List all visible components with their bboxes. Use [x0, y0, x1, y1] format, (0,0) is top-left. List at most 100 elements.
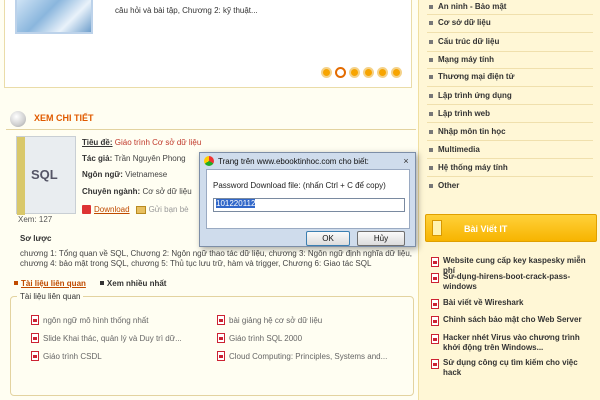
password-value: 101220112	[216, 199, 256, 208]
category-label: Nhập môn tin học	[438, 127, 506, 136]
book-language-row: Ngôn ngữ: Vietnamese	[82, 170, 167, 179]
book-title-value: Giáo trình Cơ sở dữ liệu	[114, 138, 202, 147]
download-label: Download	[94, 205, 130, 214]
pdf-icon	[31, 333, 39, 343]
slider-dot-5[interactable]	[377, 67, 388, 78]
cancel-button[interactable]: Hủy	[357, 231, 405, 246]
category-link[interactable]: Nhập môn tin học	[429, 127, 506, 136]
category-link[interactable]: Mạng máy tính	[429, 55, 494, 64]
pin-icon	[432, 220, 442, 236]
bullet-icon	[429, 74, 433, 79]
category-link[interactable]: An ninh - Bảo mật	[429, 2, 506, 11]
tab-related-label: Tài liệu liên quan	[21, 278, 86, 288]
pdf-icon	[431, 316, 439, 326]
slider-dot-6[interactable]	[391, 67, 402, 78]
related-item-label: Slide Khai thác, quản lý và Duy trì dữ..…	[43, 333, 182, 343]
download-link[interactable]: Download	[82, 205, 130, 214]
book-cover-text: SQL	[31, 167, 58, 182]
category-label: Cấu trúc dữ liệu	[438, 37, 500, 46]
book-spine	[17, 137, 25, 215]
book-title-row: Tiêu đề: Giáo trình Cơ sở dữ liệu	[82, 138, 201, 147]
book-category-label: Chuyên ngành:	[82, 187, 141, 196]
bullet-icon	[429, 165, 433, 170]
pdf-icon	[431, 257, 439, 267]
related-item-label: ngôn ngữ mô hình thống nhất	[43, 315, 149, 325]
article-link[interactable]: Chỉnh sách bảo mật cho Web Server	[431, 315, 595, 326]
article-label: Bài viết về Wireshark	[443, 298, 524, 307]
bullet-icon	[429, 39, 433, 44]
article-link[interactable]: Sử-dụng-hirens-boot-crack-pass-windows	[431, 272, 595, 292]
book-language-value: Vietnamese	[125, 170, 168, 179]
category-label: Lập trình ứng dụng	[438, 91, 512, 100]
password-dialog: Trang trên www.ebooktinhoc.com cho biết:…	[199, 152, 416, 247]
category-label: Cơ sở dữ liệu	[438, 18, 491, 27]
tab-most-viewed[interactable]: Xem nhiều nhất	[99, 278, 167, 288]
category-link[interactable]: Hệ thống máy tính	[429, 163, 508, 172]
related-item[interactable]: bài giảng hệ cơ sở dữ liệu	[217, 315, 322, 325]
divider	[427, 14, 593, 15]
article-link[interactable]: Bài viết về Wireshark	[431, 298, 595, 309]
article-label: Chỉnh sách bảo mật cho Web Server	[443, 315, 582, 324]
article-link[interactable]: Sử dụng công cụ tìm kiếm cho việc hack	[431, 358, 595, 378]
category-link[interactable]: Other	[429, 181, 459, 190]
mail-icon	[135, 205, 146, 214]
bullet-icon	[99, 281, 104, 285]
book-author-label: Tác giả:	[82, 154, 113, 163]
bullet-icon	[429, 147, 433, 152]
pdf-icon	[431, 359, 439, 369]
pdf-icon	[217, 315, 225, 325]
pdf-icon	[217, 351, 225, 361]
bullet-icon	[14, 281, 18, 285]
view-count: Xem: 127	[18, 215, 53, 224]
tab-related[interactable]: Tài liệu liên quan	[14, 279, 86, 288]
category-link[interactable]: Lập trình web	[429, 109, 490, 118]
category-label: Hệ thống máy tính	[438, 163, 508, 172]
category-link[interactable]: Multimedia	[429, 145, 480, 154]
category-label: An ninh - Bảo mật	[438, 2, 507, 11]
slide-thumbnail[interactable]	[15, 0, 93, 34]
article-link[interactable]: Hacker nhét Virus vào chương trình khởi …	[431, 333, 595, 353]
category-label: Mạng máy tính	[438, 55, 495, 64]
article-label: Sử dụng công cụ tìm kiếm cho việc hack	[443, 358, 578, 377]
book-actions: Download Gửi bạn bè	[82, 205, 189, 214]
pdf-icon	[31, 351, 39, 361]
category-link[interactable]: Thương mại điện tử	[429, 72, 514, 81]
slider-dot-2[interactable]	[335, 67, 346, 78]
send-friend-label: Gửi bạn bè	[148, 205, 189, 214]
related-item[interactable]: Giáo trình SQL 2000	[217, 333, 302, 343]
category-link[interactable]: Cơ sở dữ liệu	[429, 18, 491, 27]
password-field[interactable]: 101220112	[213, 198, 405, 212]
category-link[interactable]: Cấu trúc dữ liệu	[429, 37, 499, 46]
book-cover[interactable]: SQL	[16, 136, 76, 215]
tab-most-viewed-label: Xem nhiều nhất	[106, 278, 167, 288]
bullet-icon	[429, 111, 433, 116]
category-link[interactable]: Lập trình ứng dụng	[429, 91, 512, 100]
bullet-icon	[429, 57, 433, 62]
article-label: Hacker nhét Virus vào chương trình khởi …	[443, 333, 580, 352]
slider-dot-1[interactable]	[321, 67, 332, 78]
category-label: Lập trình web	[438, 109, 490, 118]
divider	[427, 68, 593, 69]
close-icon[interactable]: ×	[401, 156, 411, 166]
related-item[interactable]: Cloud Computing: Principles, Systems and…	[217, 351, 387, 361]
send-friend-link[interactable]: Gửi bạn bè	[135, 205, 189, 214]
divider	[427, 104, 593, 105]
divider	[427, 122, 593, 123]
pdf-icon	[431, 299, 439, 309]
bullet-icon	[429, 183, 433, 188]
category-label: Thương mại điện tử	[438, 72, 515, 81]
summary-text: chương 1: Tổng quan về SQL, Chương 2: Ng…	[20, 249, 412, 268]
book-category-row: Chuyên ngành: Cơ sở dữ liệu	[82, 187, 192, 196]
bullet-icon	[429, 129, 433, 134]
book-author-row: Tác giả: Trần Nguyên Phong	[82, 154, 186, 163]
slider-dot-4[interactable]	[363, 67, 374, 78]
related-item[interactable]: Giáo trình CSDL	[31, 351, 102, 361]
slider-dot-3[interactable]	[349, 67, 360, 78]
related-item[interactable]: ngôn ngữ mô hình thống nhất	[31, 315, 148, 325]
related-item[interactable]: Slide Khai thác, quản lý và Duy trì dữ..…	[31, 333, 182, 343]
browser-icon	[204, 156, 214, 166]
it-articles-title: Bài Viết IT	[464, 224, 508, 234]
bullet-icon	[429, 20, 433, 25]
related-tabs: Tài liệu liên quan Xem nhiều nhất	[14, 276, 414, 290]
ok-button[interactable]: OK	[306, 231, 350, 246]
